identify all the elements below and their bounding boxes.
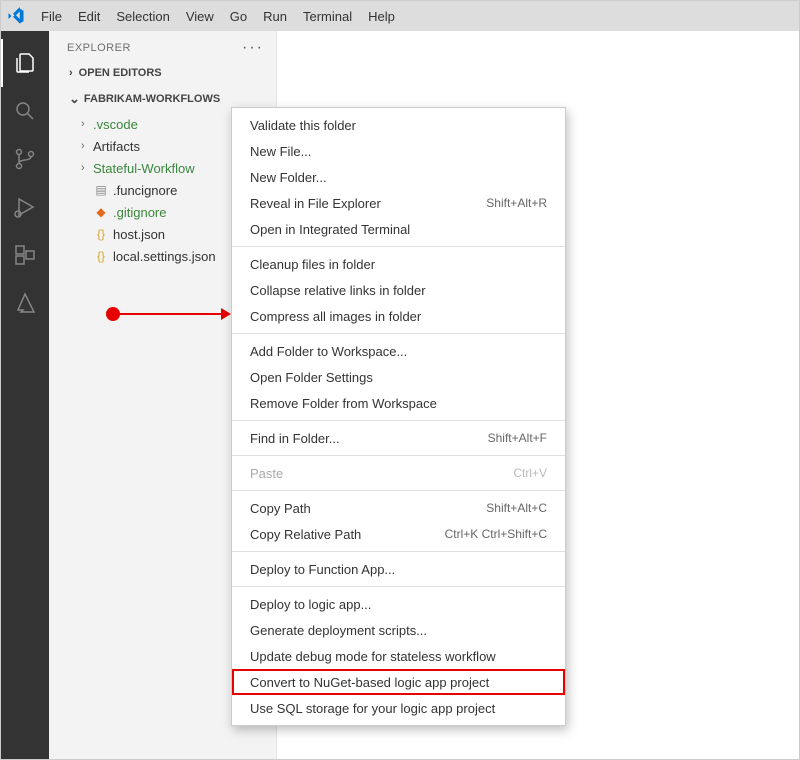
ctx-open-folder-settings[interactable]: Open Folder Settings — [232, 364, 565, 390]
menu-help[interactable]: Help — [360, 9, 403, 24]
activity-extensions[interactable] — [1, 231, 49, 279]
separator — [232, 420, 565, 421]
ctx-remove-folder[interactable]: Remove Folder from Workspace — [232, 390, 565, 416]
ctx-new-file[interactable]: New File... — [232, 138, 565, 164]
ctx-copy-relative-path[interactable]: Copy Relative PathCtrl+K Ctrl+Shift+C — [232, 521, 565, 547]
ctx-cleanup[interactable]: Cleanup files in folder — [232, 251, 565, 277]
debug-run-icon — [13, 195, 37, 219]
extensions-icon — [13, 243, 37, 267]
activity-bar — [1, 31, 49, 759]
separator — [232, 490, 565, 491]
activity-run-debug[interactable] — [1, 183, 49, 231]
menu-file[interactable]: File — [33, 9, 70, 24]
ctx-open-terminal[interactable]: Open in Integrated Terminal — [232, 216, 565, 242]
ctx-new-folder[interactable]: New Folder... — [232, 164, 565, 190]
git-branch-icon — [13, 147, 37, 171]
arrow-line — [118, 313, 223, 315]
separator — [232, 333, 565, 334]
file-ignore-icon: ▤ — [93, 182, 109, 198]
menu-go[interactable]: Go — [222, 9, 255, 24]
ctx-convert-nuget[interactable]: Convert to NuGet-based logic app project — [232, 669, 565, 695]
search-icon — [13, 99, 37, 123]
activity-azure[interactable] — [1, 279, 49, 327]
azure-icon — [13, 291, 37, 315]
ctx-deploy-function[interactable]: Deploy to Function App... — [232, 556, 565, 582]
menu-selection[interactable]: Selection — [108, 9, 177, 24]
separator — [232, 246, 565, 247]
activity-search[interactable] — [1, 87, 49, 135]
ctx-reveal[interactable]: Reveal in File ExplorerShift+Alt+R — [232, 190, 565, 216]
activity-explorer[interactable] — [1, 39, 49, 87]
separator — [232, 551, 565, 552]
separator — [232, 586, 565, 587]
ctx-use-sql[interactable]: Use SQL storage for your logic app proje… — [232, 695, 565, 721]
git-icon: ◆ — [93, 204, 109, 220]
project-name: FABRIKAM-WORKFLOWS — [84, 93, 220, 105]
files-icon — [13, 51, 37, 75]
menu-run[interactable]: Run — [255, 9, 295, 24]
menubar: File Edit Selection View Go Run Terminal… — [1, 1, 799, 31]
ctx-add-folder[interactable]: Add Folder to Workspace... — [232, 338, 565, 364]
separator — [232, 455, 565, 456]
context-menu: Validate this folder New File... New Fol… — [231, 107, 566, 726]
menu-view[interactable]: View — [178, 9, 222, 24]
explorer-title: EXPLORER — [67, 42, 131, 54]
ctx-collapse[interactable]: Collapse relative links in folder — [232, 277, 565, 303]
ctx-generate-scripts[interactable]: Generate deployment scripts... — [232, 617, 565, 643]
ctx-find-in-folder[interactable]: Find in Folder...Shift+Alt+F — [232, 425, 565, 451]
json-icon: {} — [93, 248, 109, 264]
section-open-editors[interactable]: OPEN EDITORS — [49, 61, 276, 85]
annotation-arrow — [106, 306, 236, 322]
activity-source-control[interactable] — [1, 135, 49, 183]
json-icon: {} — [93, 226, 109, 242]
ctx-copy-path[interactable]: Copy PathShift+Alt+C — [232, 495, 565, 521]
arrow-head-icon — [221, 308, 231, 320]
explorer-more-icon[interactable]: ··· — [242, 39, 264, 57]
ctx-validate[interactable]: Validate this folder — [232, 112, 565, 138]
ctx-deploy-logic[interactable]: Deploy to logic app... — [232, 591, 565, 617]
explorer-header: EXPLORER ··· — [49, 31, 276, 61]
ctx-compress[interactable]: Compress all images in folder — [232, 303, 565, 329]
ctx-paste: PasteCtrl+V — [232, 460, 565, 486]
menu-edit[interactable]: Edit — [70, 9, 108, 24]
ctx-update-debug[interactable]: Update debug mode for stateless workflow — [232, 643, 565, 669]
vscode-logo-icon — [7, 7, 25, 25]
menu-terminal[interactable]: Terminal — [295, 9, 360, 24]
